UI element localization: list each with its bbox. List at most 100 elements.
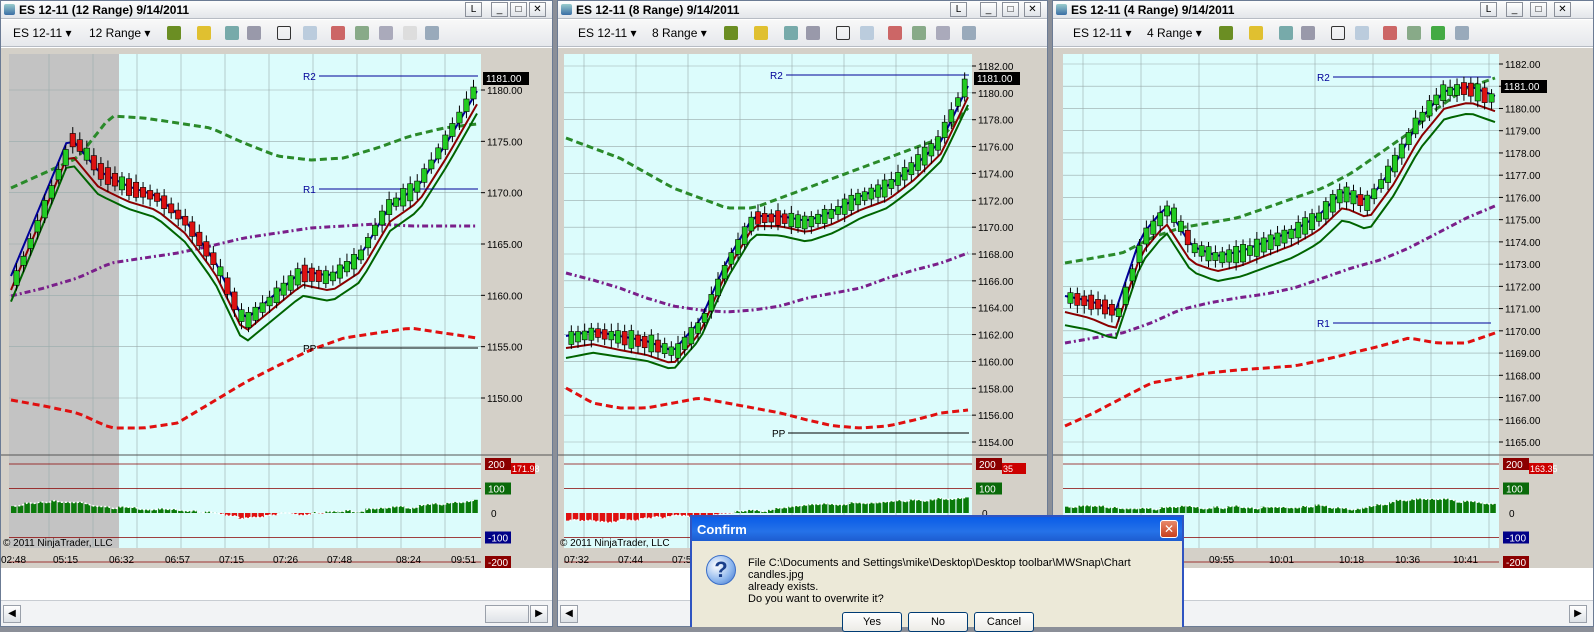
interval-selector[interactable]: 12 Range ▾ (89, 26, 150, 40)
candle (450, 123, 455, 136)
price-chart[interactable]: 1182.001181.001180.001179.001178.001177.… (1053, 48, 1593, 568)
price-tick-label: 1175.00 (487, 137, 523, 148)
candle (709, 294, 714, 311)
properties-icon[interactable] (936, 26, 950, 40)
osc-value-label: 163.35 (1530, 464, 1558, 474)
osc-bar (896, 500, 902, 513)
minimize-icon[interactable]: _ (1506, 2, 1523, 17)
candle (669, 347, 674, 355)
time-tick-label: 06:32 (109, 555, 134, 566)
horizontal-scrollbar[interactable]: ◀ ▶ (1, 600, 552, 626)
scroll-thumb[interactable] (485, 605, 529, 623)
candle (344, 261, 349, 271)
close-icon[interactable]: ✕ (1554, 2, 1571, 17)
chart-trader-icon[interactable] (1407, 26, 1421, 40)
panel-icon[interactable] (425, 26, 439, 40)
price-chart[interactable]: 1182.001180.001178.001176.001174.001172.… (558, 48, 1047, 568)
title-bar[interactable]: ES 12-11 (4 Range) 9/14/2011 L _ □ ✕ (1053, 1, 1593, 19)
price-chart[interactable]: 1180.001175.001170.001165.001160.001155.… (1, 48, 552, 568)
confirm-dialog[interactable]: Confirm ✕ ? File C:\Documents and Settin… (690, 515, 1184, 627)
maximize-icon[interactable]: □ (510, 2, 527, 17)
strategy-icon[interactable] (247, 26, 261, 40)
candle (1392, 155, 1397, 172)
candle (1206, 247, 1211, 261)
candle (955, 98, 960, 107)
data-box-icon[interactable] (888, 26, 902, 40)
scroll-left-icon[interactable]: ◀ (3, 605, 21, 623)
candle (1199, 246, 1204, 257)
osc-bar (1106, 508, 1112, 513)
dollar-icon[interactable] (1431, 26, 1445, 40)
link-button[interactable]: L (1480, 2, 1497, 17)
indicator-icon[interactable] (784, 26, 798, 40)
chart-trader-icon[interactable] (355, 26, 369, 40)
properties-icon[interactable] (379, 26, 393, 40)
panel-icon[interactable] (962, 26, 976, 40)
maximize-icon[interactable]: □ (1002, 2, 1019, 17)
close-icon[interactable]: ✕ (1024, 2, 1041, 17)
minimize-icon[interactable]: _ (980, 2, 997, 17)
drawing-tool-icon[interactable] (754, 26, 768, 40)
osc-bar (876, 503, 882, 513)
close-icon[interactable]: ✕ (529, 2, 546, 17)
chart-trader-icon[interactable] (912, 26, 926, 40)
osc-bar (1193, 507, 1199, 513)
crosshair-icon[interactable] (1331, 26, 1345, 40)
osc-tick-label: 100 (1506, 485, 1523, 496)
zoom-icon[interactable] (303, 26, 317, 40)
link-button[interactable]: L (950, 2, 967, 17)
scroll-right-icon[interactable]: ▶ (1569, 605, 1587, 623)
scroll-left-icon[interactable]: ◀ (560, 605, 578, 623)
candle (471, 87, 476, 99)
chart-window-12-range[interactable]: ES 12-11 (12 Range) 9/14/2011 L _ □ ✕ ES… (0, 0, 553, 627)
osc-bar (1099, 506, 1105, 513)
drawing-tool-icon[interactable] (197, 26, 211, 40)
indicator-icon[interactable] (1279, 26, 1293, 40)
crosshair-icon[interactable] (836, 26, 850, 40)
minimize-icon[interactable]: _ (491, 2, 508, 17)
osc-bar (795, 506, 801, 513)
zoom-icon[interactable] (860, 26, 874, 40)
drawing-tool-icon[interactable] (1249, 26, 1263, 40)
snapshot-icon[interactable] (403, 26, 417, 40)
strategy-icon[interactable] (1301, 26, 1315, 40)
crosshair-icon[interactable] (277, 26, 291, 40)
bar-type-icon[interactable] (1219, 26, 1233, 40)
candle (1213, 252, 1218, 260)
cancel-button[interactable]: Cancel (974, 612, 1034, 632)
plot-background (564, 54, 972, 548)
osc-bar (1403, 501, 1409, 513)
link-button[interactable]: L (465, 2, 482, 17)
title-bar[interactable]: ES 12-11 (8 Range) 9/14/2011 L _ □ ✕ (558, 1, 1047, 19)
close-icon[interactable]: ✕ (1160, 520, 1178, 538)
candle (1378, 180, 1383, 189)
indicator-icon[interactable] (225, 26, 239, 40)
candle (288, 276, 293, 290)
yes-button[interactable]: Yes (842, 612, 902, 632)
candle (1385, 166, 1390, 182)
candle (1406, 132, 1411, 144)
candle (1075, 293, 1080, 305)
bar-type-icon[interactable] (167, 26, 181, 40)
data-box-icon[interactable] (331, 26, 345, 40)
strategy-icon[interactable] (806, 26, 820, 40)
price-tick-label: 1169.00 (1505, 349, 1541, 360)
candle (775, 211, 780, 226)
instrument-selector[interactable]: ES 12-11 ▾ (1073, 26, 1132, 40)
interval-selector[interactable]: 4 Range ▾ (1147, 26, 1202, 40)
instrument-selector[interactable]: ES 12-11 ▾ (13, 26, 72, 40)
title-bar[interactable]: ES 12-11 (12 Range) 9/14/2011 L _ □ ✕ (1, 1, 552, 19)
time-tick-label: 09:51 (451, 555, 476, 566)
instrument-selector[interactable]: ES 12-11 ▾ (578, 26, 637, 40)
osc-bar (111, 509, 116, 513)
data-box-icon[interactable] (1383, 26, 1397, 40)
candle (1082, 296, 1087, 306)
zoom-icon[interactable] (1355, 26, 1369, 40)
interval-selector[interactable]: 8 Range ▾ (652, 26, 707, 40)
no-button[interactable]: No (908, 612, 968, 632)
maximize-icon[interactable]: □ (1530, 2, 1547, 17)
panel-icon[interactable] (1455, 26, 1469, 40)
candle (393, 198, 398, 206)
scroll-right-icon[interactable]: ▶ (530, 605, 548, 623)
bar-type-icon[interactable] (724, 26, 738, 40)
